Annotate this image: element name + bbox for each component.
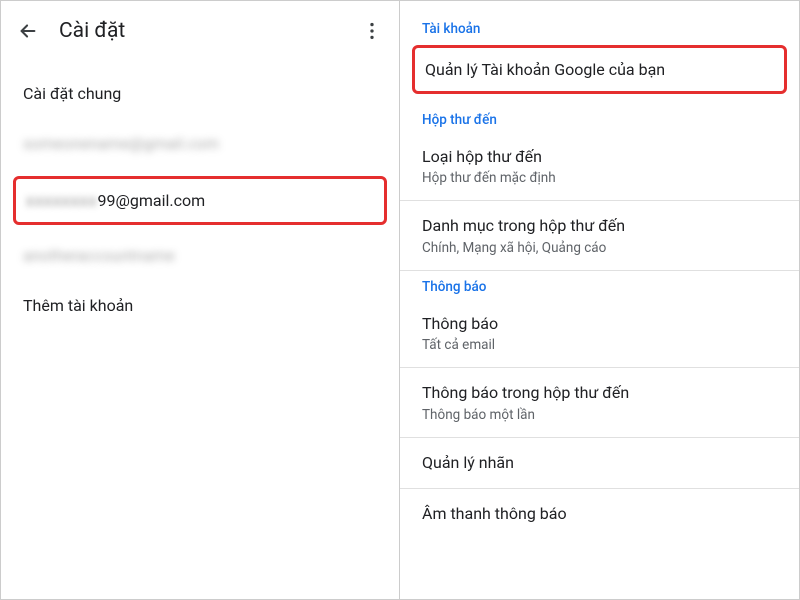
manage-labels-title: Quản lý nhãn (422, 452, 777, 474)
section-label-notifications: Thông báo (400, 271, 799, 299)
more-vert-icon[interactable] (361, 20, 383, 42)
visible-email-suffix: 99@gmail.com (98, 191, 206, 210)
account-blurred-2[interactable]: anotheraccountname (1, 231, 399, 281)
inbox-categories-title: Danh mục trong hộp thư đến (422, 215, 777, 237)
add-account-row[interactable]: Thêm tài khoản (1, 281, 399, 331)
inbox-categories-subtitle: Chính, Mạng xã hội, Quảng cáo (422, 240, 777, 256)
inbox-notifications-row[interactable]: Thông báo trong hộp thư đến Thông báo mộ… (400, 368, 799, 437)
selected-account-highlight[interactable]: xxxxxxxx99@gmail.com (13, 176, 387, 225)
inbox-categories-row[interactable]: Danh mục trong hộp thư đến Chính, Mạng x… (400, 201, 799, 270)
notifications-title: Thông báo (422, 313, 777, 335)
left-panel: Cài đặt Cài đặt chung someonename@gmail.… (1, 1, 400, 599)
page-title: Cài đặt (59, 19, 361, 43)
blurred-text: anotheraccountname (23, 246, 175, 265)
selected-account-row[interactable]: xxxxxxxx99@gmail.com (16, 179, 384, 222)
general-settings-row[interactable]: Cài đặt chung (1, 69, 399, 119)
manage-google-account-row[interactable]: Quản lý Tài khoản Google của bạn (415, 48, 784, 91)
right-panel: Tài khoản Quản lý Tài khoản Google của b… (400, 1, 799, 599)
manage-labels-row[interactable]: Quản lý nhãn (400, 438, 799, 489)
right-content: Tài khoản Quản lý Tài khoản Google của b… (400, 1, 799, 539)
inbox-notifications-title: Thông báo trong hộp thư đến (422, 382, 777, 404)
back-arrow-icon[interactable] (17, 20, 39, 42)
manage-google-account-highlight[interactable]: Quản lý Tài khoản Google của bạn (412, 45, 787, 94)
section-label-inbox: Hộp thư đến (400, 104, 799, 132)
inbox-type-subtitle: Hộp thư đến mặc định (422, 170, 777, 186)
sound-notifications-title: Âm thanh thông báo (422, 503, 777, 525)
sound-notifications-row[interactable]: Âm thanh thông báo (400, 489, 799, 539)
hidden-email-prefix: xxxxxxxx (26, 191, 98, 210)
account-blurred-1[interactable]: someonename@gmail.com (1, 119, 399, 169)
notifications-subtitle: Tất cả email (422, 337, 777, 353)
left-content: Cài đặt chung someonename@gmail.com xxxx… (1, 51, 399, 332)
inbox-type-row[interactable]: Loại hộp thư đến Hộp thư đến mặc định (400, 132, 799, 201)
blurred-text: someonename@gmail.com (23, 134, 219, 153)
header: Cài đặt (1, 1, 399, 51)
inbox-notifications-subtitle: Thông báo một lần (422, 407, 777, 423)
notifications-row[interactable]: Thông báo Tất cả email (400, 299, 799, 368)
section-label-account: Tài khoản (400, 13, 799, 41)
inbox-type-title: Loại hộp thư đến (422, 146, 777, 168)
